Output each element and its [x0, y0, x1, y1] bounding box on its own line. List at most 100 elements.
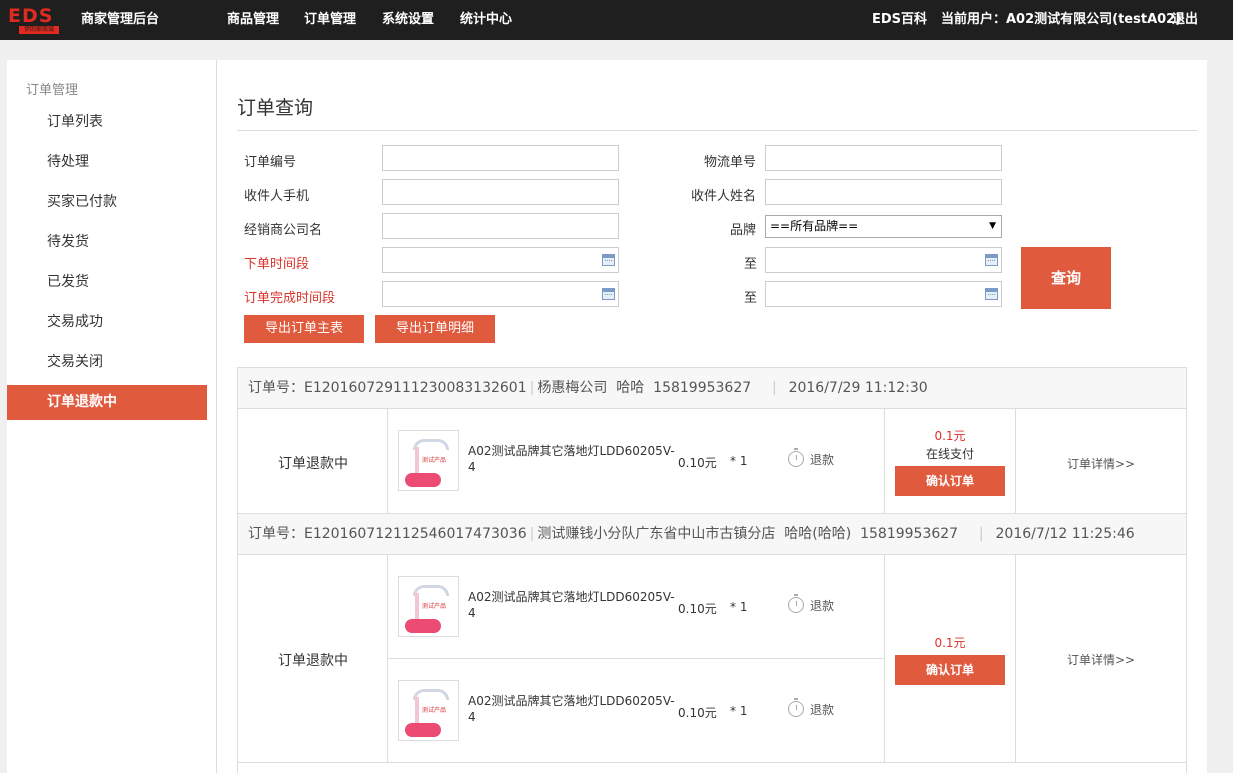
dealer-input[interactable]: [382, 213, 619, 239]
export-main-button[interactable]: 导出订单主表: [244, 315, 364, 343]
calendar-icon[interactable]: [602, 288, 615, 300]
nav-orders[interactable]: 订单管理: [304, 0, 356, 40]
order-status: 订单退款中: [278, 653, 348, 669]
thumbnail-text: 测试产品: [422, 457, 447, 464]
dealer-label: 经销商公司名: [244, 223, 323, 238]
brand-select[interactable]: ==所有品牌== ▼: [765, 215, 1002, 238]
sidebar-item-pending[interactable]: 待处理: [7, 145, 207, 180]
order-dealer: 测试赚钱小分队广东省中山市古镇分店: [537, 526, 776, 542]
order-detail-link[interactable]: 订单详情>>: [1016, 651, 1186, 668]
calendar-icon[interactable]: [985, 288, 998, 300]
order-phone: 15819953627: [653, 380, 752, 396]
logo-subtext: 伊的家商城: [19, 26, 59, 34]
order-amount: 0.1元: [934, 636, 966, 650]
product-quantity: * 1: [730, 704, 748, 718]
product-thumbnail[interactable]: 测试产品: [398, 430, 459, 491]
export-detail-button[interactable]: 导出订单明细: [375, 315, 495, 343]
receiver-phone-input[interactable]: [382, 179, 619, 205]
refund-label[interactable]: 退款: [810, 451, 834, 468]
sidebar-item-success[interactable]: 交易成功: [7, 305, 207, 340]
order-no-label: 订单编号: [244, 155, 297, 170]
eds-logo[interactable]: EDS 伊的家商城: [8, 5, 66, 34]
product-thumbnail[interactable]: 测试产品: [398, 576, 459, 637]
product-name[interactable]: A02测试品牌其它落地灯LDD60205V-4: [468, 443, 678, 475]
product-quantity: * 1: [730, 454, 748, 468]
confirm-order-button[interactable]: 确认订单: [895, 655, 1005, 685]
order-status-cell: 订单退款中: [238, 555, 388, 762]
to-label: 至: [744, 257, 758, 272]
admin-title: 商家管理后台: [81, 12, 160, 27]
complete-time-start-input[interactable]: [382, 281, 619, 307]
order-amount: 0.1元: [934, 429, 966, 443]
sidebar-item-order-list[interactable]: 订单列表: [7, 105, 207, 140]
product-price: 0.10元: [678, 602, 717, 616]
order-number: 订单号：E12016072911123008313260​1: [248, 380, 527, 396]
sidebar-item-refunding[interactable]: 订单退款中: [7, 385, 207, 420]
product-name[interactable]: A02测试品牌其它落地灯LDD60205V-4: [468, 589, 678, 621]
product-row: 测试产品 A02测试品牌其它落地灯LDD60205V-4 0.10元 * 1 退…: [388, 409, 884, 512]
order-time: 2016/7/29 11:12:30: [788, 380, 928, 396]
sidebar-item-to-ship[interactable]: 待发货: [7, 225, 207, 260]
calendar-icon[interactable]: [985, 254, 998, 266]
refund-label[interactable]: 退款: [810, 597, 834, 614]
order-receiver: 哈哈: [616, 380, 645, 396]
order-row: 订单退款中 测试产品 A02测试品牌其它落地灯LDD60205V-4 0.10元…: [238, 555, 1186, 763]
to-label: 至: [744, 291, 758, 306]
calendar-icon[interactable]: [602, 254, 615, 266]
order-number: 订单号：E120160712112546017473036: [248, 526, 527, 542]
sidebar: 订单管理 订单列表 待处理 买家已付款 待发货 已发货 交易成功 交易关闭 订单…: [7, 60, 217, 773]
title-divider: [237, 130, 1197, 131]
order-header: 订单号：E120160712112546017473036 | 测试赚钱小分队广东省…: [238, 514, 1186, 555]
thumbnail-text: 测试产品: [422, 707, 447, 714]
order-detail-cell: 订单详情>>: [1016, 409, 1186, 513]
nav-statistics[interactable]: 统计中心: [460, 0, 512, 40]
product-price: 0.10元: [678, 456, 717, 470]
order-time-start-input[interactable]: [382, 247, 619, 273]
complete-time-end-input[interactable]: [765, 281, 1002, 307]
dropdown-arrow-icon: ▼: [989, 221, 996, 231]
thumbnail-text: 测试产品: [422, 603, 447, 610]
order-time-label: 下单时间段: [244, 257, 310, 272]
brand-select-value: ==所有品牌==: [770, 219, 859, 233]
receiver-phone-label: 收件人手机: [244, 189, 310, 204]
brand-label: 品牌: [729, 223, 756, 238]
query-button[interactable]: 查询: [1021, 247, 1111, 309]
order-amount-cell: 0.1元 确认订单: [884, 555, 1016, 762]
product-price: 0.10元: [678, 706, 717, 720]
payment-method: 在线支付: [925, 447, 974, 461]
sidebar-item-closed[interactable]: 交易关闭: [7, 345, 207, 380]
product-quantity: * 1: [730, 600, 748, 614]
product-thumbnail[interactable]: 测试产品: [398, 680, 459, 741]
logo-text: EDS: [8, 5, 54, 27]
order-table: 订单号：E12016072911123008313260​1 | 杨惠梅公司 哈哈 …: [237, 367, 1187, 773]
order-amount-cell: 0.1元 在线支付 确认订单: [884, 409, 1016, 513]
refund-clock-icon: [788, 698, 804, 717]
order-time-end-input[interactable]: [765, 247, 1002, 273]
receiver-name-input[interactable]: [765, 179, 1002, 205]
sidebar-item-paid[interactable]: 买家已付款: [7, 185, 207, 220]
main-panel: 订单查询 订单编号 物流单号 收件人手机 收件人姓名 经销商公司名 品牌 ==所…: [217, 60, 1207, 773]
order-row: 订单退款中 测试产品 A02测试品牌其它落地灯LDD60205V-4 0.10元…: [238, 409, 1186, 514]
order-receiver: 哈哈(哈哈): [784, 526, 852, 542]
nav-settings[interactable]: 系统设置: [382, 0, 434, 40]
complete-time-label: 订单完成时间段: [244, 291, 336, 306]
refund-clock-icon: [788, 448, 804, 467]
sidebar-item-shipped[interactable]: 已发货: [7, 265, 207, 300]
order-status-cell: 订单退款中: [238, 409, 388, 513]
logistics-no-label: 物流单号: [703, 155, 756, 170]
nav-wiki[interactable]: EDS百科: [872, 0, 927, 40]
refund-clock-icon: [788, 594, 804, 613]
order-detail-cell: 订单详情>>: [1016, 555, 1186, 762]
logout-link[interactable]: 退出: [1172, 0, 1198, 40]
order-detail-link[interactable]: 订单详情>>: [1016, 455, 1186, 472]
product-name[interactable]: A02测试品牌其它落地灯LDD60205V-4: [468, 693, 678, 725]
page-title: 订单查询: [237, 97, 314, 119]
refund-label[interactable]: 退款: [810, 701, 834, 718]
product-row: 测试产品 A02测试品牌其它落地灯LDD60205V-4 0.10元 * 1 退…: [388, 658, 884, 761]
order-no-input[interactable]: [382, 145, 619, 171]
current-user: 当前用户：A02测试有限公司(testA02): [941, 12, 1182, 27]
nav-products[interactable]: 商品管理: [227, 0, 279, 40]
logistics-no-input[interactable]: [765, 145, 1002, 171]
page-scrollbar[interactable]: [1207, 40, 1233, 773]
confirm-order-button[interactable]: 确认订单: [895, 466, 1005, 496]
